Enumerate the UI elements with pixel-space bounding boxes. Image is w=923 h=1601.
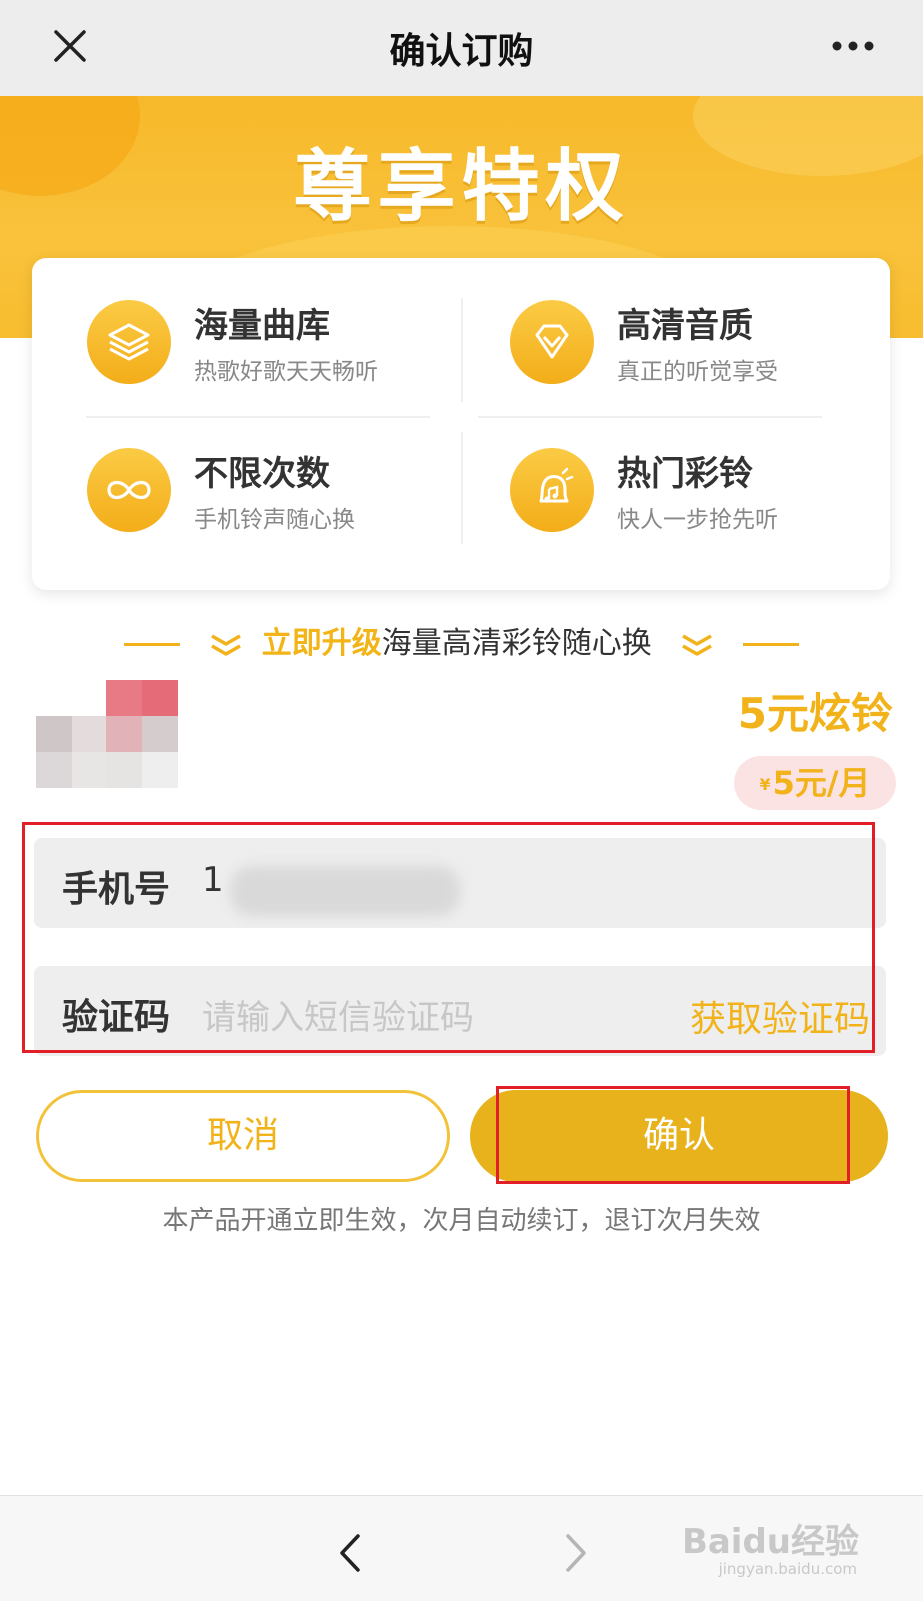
page-title: 确认订购 — [389, 31, 534, 72]
more-icon[interactable] — [831, 38, 875, 54]
watermark-url: jingyan.baidu.com — [718, 1560, 857, 1578]
layers-icon — [87, 300, 171, 384]
highlight-box — [22, 822, 875, 1053]
upgrade-line: 立即升级海量高清彩铃随心换 — [0, 618, 923, 662]
feature-item: 高清音质 真正的听觉享受 — [455, 258, 875, 408]
feature-title: 高清音质 — [617, 306, 753, 346]
cancel-button[interactable]: 取消 — [36, 1090, 450, 1182]
banner-headline: 尊享特权 — [293, 142, 630, 232]
chevron-down-icon — [210, 633, 241, 656]
forward-arrow-icon[interactable] — [556, 1530, 596, 1576]
bottom-nav-bar: Baidu经验 jingyan.baidu.com — [0, 1495, 923, 1601]
bell-icon — [510, 448, 594, 532]
price-value: 5元/月 — [772, 764, 871, 802]
top-bar: 确认订购 — [0, 0, 923, 96]
upgrade-text: 海量高清彩铃随心换 — [381, 626, 652, 661]
diamond-icon — [510, 300, 594, 384]
infinity-icon — [87, 448, 171, 532]
highlight-box — [496, 1086, 850, 1184]
dash-left — [124, 643, 181, 646]
chevron-down-icon — [682, 633, 713, 656]
dash-right — [742, 643, 799, 646]
feature-subtitle: 真正的听觉享受 — [617, 359, 778, 385]
back-arrow-icon[interactable] — [330, 1530, 370, 1576]
feature-item: 不限次数 手机铃声随心换 — [32, 408, 452, 558]
feature-subtitle: 热歌好歌天天畅听 — [194, 359, 378, 385]
feature-title: 不限次数 — [194, 454, 330, 494]
product-logo-pixelated — [36, 680, 178, 788]
feature-subtitle: 手机铃声随心换 — [194, 507, 355, 533]
terms-note: 本产品开通立即生效，次月自动续订，退订次月失效 — [162, 1206, 761, 1236]
upgrade-highlight: 立即升级 — [261, 626, 382, 661]
feature-subtitle: 快人一步抢先听 — [617, 507, 778, 533]
feature-card: 海量曲库 热歌好歌天天畅听 高清音质 真正的听觉享受 不限次数 手机铃声随心换 — [32, 258, 890, 590]
feature-item: 热门彩铃 快人一步抢先听 — [455, 408, 875, 558]
feature-item: 海量曲库 热歌好歌天天畅听 — [32, 258, 452, 408]
price-badge: ¥5元/月 — [734, 756, 896, 810]
watermark-brand: Baidu经验 — [681, 1522, 859, 1562]
currency-symbol: ¥ — [759, 775, 771, 794]
product-name: 5元炫铃 — [737, 689, 893, 738]
feature-title: 海量曲库 — [194, 306, 330, 346]
feature-title: 热门彩铃 — [617, 454, 753, 494]
